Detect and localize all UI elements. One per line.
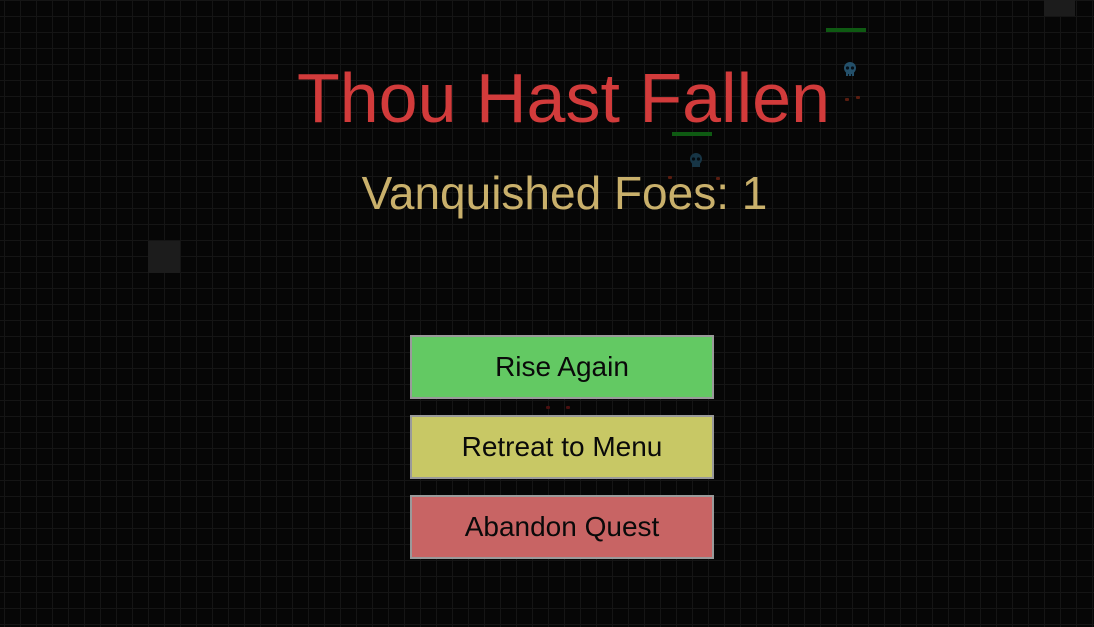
game-canvas: Thou Hast Fallen Vanquished Foes: 1 Rise… xyxy=(0,0,1094,627)
game-over-title: Thou Hast Fallen xyxy=(296,59,831,137)
abandon-quest-button[interactable]: Abandon Quest xyxy=(410,495,714,559)
retreat-to-menu-button[interactable]: Retreat to Menu xyxy=(410,415,714,479)
enemy-health-bar xyxy=(826,28,866,32)
ember-particle xyxy=(546,406,550,409)
floor-tile xyxy=(148,241,180,273)
floor-tile xyxy=(1044,0,1075,16)
rise-again-button[interactable]: Rise Again xyxy=(410,335,714,399)
ember-particle xyxy=(566,406,570,409)
score-label: Vanquished Foes: 1 xyxy=(361,167,768,219)
